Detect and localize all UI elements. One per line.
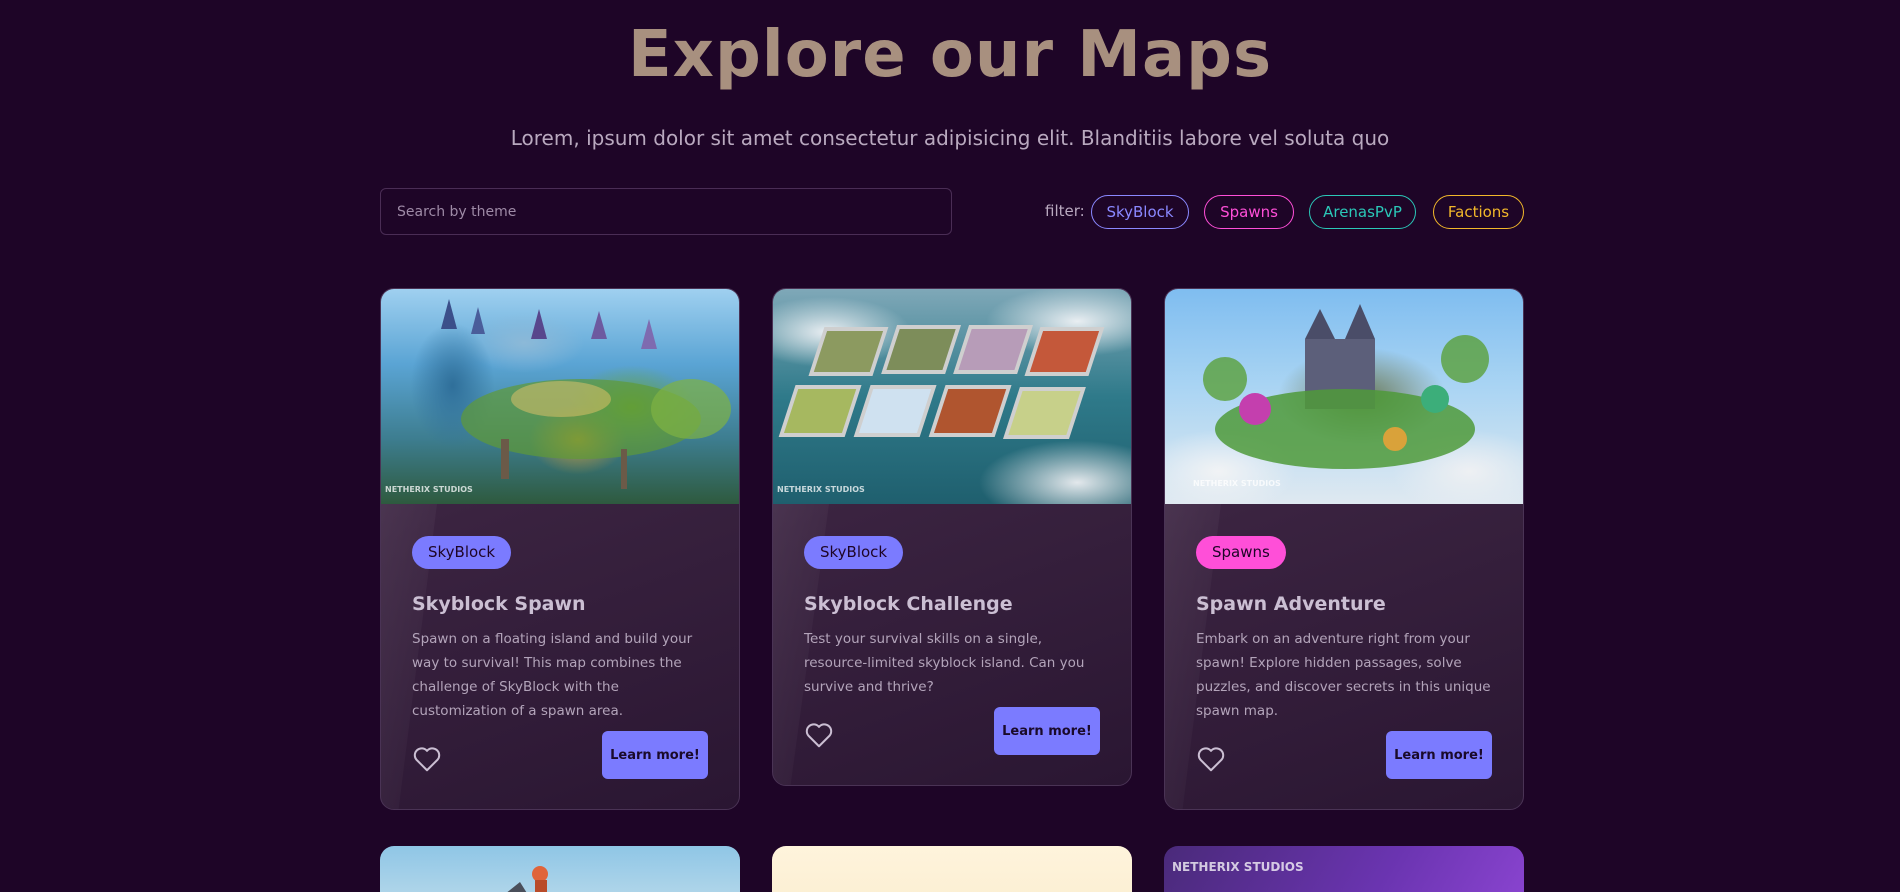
map-thumbnail: NETHERIX STUDIOS xyxy=(1165,289,1523,504)
category-tag: SkyBlock xyxy=(412,536,512,569)
card-title: Spawn Adventure xyxy=(1196,593,1386,615)
card-description: Spawn on a floating island and build you… xyxy=(412,631,693,719)
map-card: NETHERIX STUDIOS Spawns Spawn Adventure … xyxy=(1164,288,1524,810)
search-input[interactable] xyxy=(397,203,935,220)
map-card-thumbnail-partial: NETHERIX STUDIOS xyxy=(1164,846,1524,892)
filter-chip-factions[interactable]: Factions xyxy=(1433,195,1524,229)
page-title: Explore our Maps xyxy=(627,18,1273,92)
watermark-logo: NETHERIX STUDIOS xyxy=(1193,479,1281,488)
card-description: Embark on an adventure right from your s… xyxy=(1196,631,1491,719)
grid-islands-illustration xyxy=(778,325,1105,439)
watermark-logo: NETHERIX STUDIOS xyxy=(385,485,473,494)
map-card: NETHERIX STUDIOS SkyBlock Skyblock Chall… xyxy=(772,288,1132,786)
learn-more-button[interactable]: Learn more! xyxy=(602,731,708,779)
category-tag: SkyBlock xyxy=(804,536,904,569)
heart-icon[interactable] xyxy=(804,721,834,749)
learn-more-button[interactable]: Learn more! xyxy=(994,707,1100,755)
watermark-logo: NETHERIX STUDIOS xyxy=(777,485,865,494)
map-card-thumbnail-partial xyxy=(380,846,740,892)
watermark-logo: NETHERIX STUDIOS xyxy=(1172,860,1304,874)
heart-icon[interactable] xyxy=(412,745,442,773)
castle-island-illustration xyxy=(1203,304,1489,469)
map-card: NETHERIX STUDIOS SkyBlock Skyblock Spawn… xyxy=(380,288,740,810)
heart-icon[interactable] xyxy=(1196,745,1226,773)
map-thumbnail: NETHERIX STUDIOS xyxy=(381,289,739,504)
filter-label: filter: xyxy=(1045,202,1085,220)
filter-chip-arenaspvp[interactable]: ArenasPvP xyxy=(1309,195,1416,229)
filter-chip-skyblock[interactable]: SkyBlock xyxy=(1091,195,1189,229)
card-description: Test your survival skills on a single, r… xyxy=(804,631,1085,695)
maps-page: Explore our Maps Lorem, ipsum dolor sit … xyxy=(0,0,1900,892)
map-card-thumbnail-partial xyxy=(772,846,1132,892)
learn-more-button[interactable]: Learn more! xyxy=(1386,731,1492,779)
map-thumbnail: NETHERIX STUDIOS xyxy=(773,289,1131,504)
card-title: Skyblock Spawn xyxy=(412,593,586,615)
card-title: Skyblock Challenge xyxy=(804,593,1013,615)
filter-chip-spawns[interactable]: Spawns xyxy=(1204,195,1294,229)
category-tag: Spawns xyxy=(1196,536,1286,569)
search-box[interactable] xyxy=(380,188,952,235)
page-subtitle: Lorem, ipsum dolor sit amet consectetur … xyxy=(510,126,1390,150)
island-illustration xyxy=(441,299,731,489)
dragon-rider-illustration xyxy=(507,866,548,892)
